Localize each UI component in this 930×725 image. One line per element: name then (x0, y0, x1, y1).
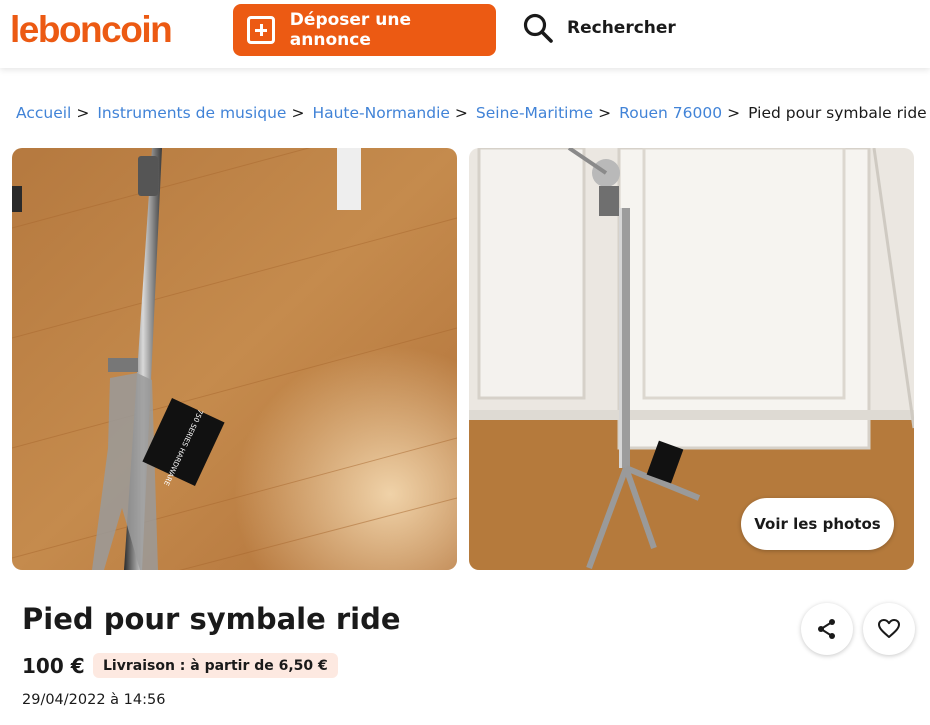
breadcrumb-separator: > (598, 104, 612, 122)
plus-square-icon (247, 16, 275, 44)
breadcrumb-separator: > (727, 104, 741, 122)
see-photos-button[interactable]: Voir les photos (741, 498, 894, 550)
breadcrumb: Accueil > Instruments de musique > Haute… (16, 104, 927, 122)
search-button[interactable]: Rechercher (522, 12, 676, 44)
post-ad-button[interactable]: Déposer une annonce (233, 4, 496, 56)
share-button[interactable] (801, 603, 853, 655)
breadcrumb-item-region[interactable]: Haute-Normandie (312, 104, 449, 122)
breadcrumb-separator: > (76, 104, 90, 122)
delivery-badge: Livraison : à partir de 6,50 € (93, 653, 338, 678)
logo[interactable]: leboncoin (10, 9, 173, 51)
heart-icon (878, 619, 900, 638)
breadcrumb-separator: > (291, 104, 305, 122)
breadcrumb-separator: > (454, 104, 468, 122)
breadcrumb-current: Pied pour symbale ride (748, 104, 927, 122)
favorite-button[interactable] (863, 603, 915, 655)
ad-title: Pied pour symbale ride (22, 602, 401, 636)
header: leboncoin Déposer une annonce Rechercher (0, 0, 930, 68)
search-label: Rechercher (567, 18, 676, 38)
breadcrumb-item-category[interactable]: Instruments de musique (97, 104, 286, 122)
breadcrumb-item-city[interactable]: Rouen 76000 (619, 104, 722, 122)
ad-price: 100 € (22, 654, 85, 678)
post-ad-label: Déposer une annonce (289, 10, 411, 50)
search-icon (523, 13, 553, 43)
breadcrumb-item-department[interactable]: Seine-Maritime (476, 104, 593, 122)
breadcrumb-item-home[interactable]: Accueil (16, 104, 71, 122)
share-icon (818, 619, 835, 639)
ad-photo-1[interactable]: 750 SERIES HARDWARE (12, 148, 457, 570)
ad-date: 29/04/2022 à 14:56 (22, 692, 166, 708)
